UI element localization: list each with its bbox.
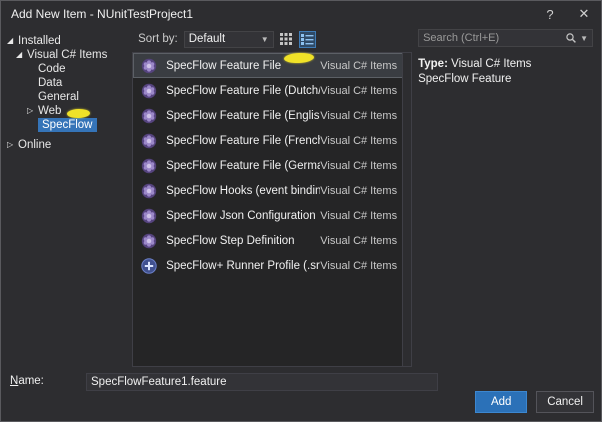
template-category-tree: ◢ Installed ◢ Visual C# Items Code Data …: [1, 27, 130, 367]
list-view-button[interactable]: [298, 30, 316, 48]
medium-icons-view-button[interactable]: [278, 31, 295, 48]
sidebar-item-label: Data: [38, 77, 63, 89]
item-type: Visual C# Items: [320, 184, 398, 197]
sort-by-label: Sort by:: [138, 33, 178, 45]
template-list: SpecFlow Feature File Visual C# Items Sp…: [132, 52, 413, 367]
item-type: Visual C# Items: [320, 59, 398, 72]
details-panel: ▼ Type: Visual C# Items SpecFlow Feature: [412, 27, 601, 367]
chevron-down-icon: ▼: [260, 34, 269, 44]
specflow-icon: [140, 132, 157, 149]
sidebar-item-general[interactable]: General: [1, 90, 130, 104]
item-label: SpecFlow Feature File (Dutch/Nederlands): [166, 84, 320, 97]
item-label: SpecFlow+ Runner Profile (.srprofile): [166, 259, 320, 272]
name-label-rest: ame:: [18, 375, 44, 387]
expander-icon[interactable]: ◢: [7, 34, 18, 48]
item-type: Visual C# Items: [320, 159, 398, 172]
item-type: Visual C# Items: [320, 234, 398, 247]
expander-icon[interactable]: ▷: [27, 104, 38, 118]
dialog-footer: Name: Add Cancel: [1, 367, 601, 421]
specflow-icon: [140, 182, 157, 199]
sidebar-item-online[interactable]: ▷ Online: [1, 138, 130, 152]
sidebar-item-specflow[interactable]: SpecFlow: [1, 118, 130, 132]
list-item[interactable]: SpecFlow Feature File Visual C# Items: [133, 53, 412, 78]
sidebar-item-label: Installed: [18, 35, 61, 47]
specflow-icon: [140, 82, 157, 99]
scrollbar[interactable]: [402, 53, 412, 366]
sort-dropdown-value: Default: [188, 33, 226, 45]
sidebar-item-label: Code: [38, 63, 66, 75]
list-item[interactable]: SpecFlow Feature File (English) Visual C…: [133, 103, 411, 128]
cancel-button[interactable]: Cancel: [536, 391, 594, 413]
template-details: Type: Visual C# Items SpecFlow Feature: [418, 57, 593, 87]
list-item[interactable]: SpecFlow Json Configuration Visual C# It…: [133, 203, 411, 228]
sidebar-item-web[interactable]: ▷ Web: [1, 104, 130, 118]
list-item[interactable]: SpecFlow Hooks (event bindings) Visual C…: [133, 178, 411, 203]
sidebar-item-installed[interactable]: ◢ Installed: [1, 34, 130, 48]
item-label: SpecFlow Step Definition: [166, 234, 295, 247]
help-button[interactable]: ?: [533, 1, 567, 27]
search-chevron-down-icon[interactable]: ▼: [580, 34, 588, 43]
sidebar-item-label: Visual C# Items: [27, 49, 108, 61]
list-view-icon: [300, 32, 314, 46]
list-item[interactable]: SpecFlow Feature File (Dutch/Nederlands)…: [133, 78, 411, 103]
specflow-icon: [140, 157, 157, 174]
sidebar-item-label: Online: [18, 139, 52, 151]
sidebar-item-data[interactable]: Data: [1, 76, 130, 90]
expander-icon[interactable]: ▷: [7, 138, 18, 152]
specflow-icon: [140, 232, 157, 249]
type-value: Visual C# Items: [451, 58, 532, 70]
template-list-panel: Sort by: Default ▼ SpecFlow Feature File…: [130, 27, 413, 367]
sidebar-item-label: General: [38, 91, 79, 103]
expander-icon[interactable]: ◢: [16, 48, 27, 62]
sidebar-item-label: SpecFlow: [38, 118, 97, 132]
name-label: Name:: [10, 375, 44, 387]
list-item[interactable]: SpecFlow+ Runner Profile (.srprofile) Vi…: [133, 253, 411, 278]
sidebar-item-label: Web: [38, 105, 62, 117]
item-label: SpecFlow Hooks (event bindings): [166, 184, 320, 197]
specflow-icon: [140, 207, 157, 224]
sort-toolbar: Sort by: Default ▼: [130, 29, 412, 49]
item-type: Visual C# Items: [320, 134, 398, 147]
specflow-icon: [140, 107, 157, 124]
item-label: SpecFlow Feature File (English): [166, 109, 321, 122]
item-type: Visual C# Items: [320, 84, 398, 97]
search-input[interactable]: [423, 32, 566, 44]
list-item[interactable]: SpecFlow Step Definition Visual C# Items: [133, 228, 411, 253]
dialog-body: ◢ Installed ◢ Visual C# Items Code Data …: [1, 27, 601, 367]
item-type: Visual C# Items: [320, 259, 398, 272]
grid-view-icon: [279, 32, 293, 46]
item-label: SpecFlow Json Configuration: [166, 209, 316, 222]
sort-dropdown[interactable]: Default ▼: [183, 30, 274, 48]
item-type: Visual C# Items: [320, 109, 398, 122]
add-button[interactable]: Add: [475, 391, 528, 413]
titlebar[interactable]: Add New Item - NUnitTestProject1 ? ✕: [1, 1, 601, 27]
sidebar-item-visual-csharp-items[interactable]: ◢ Visual C# Items: [1, 48, 130, 62]
close-button[interactable]: ✕: [567, 1, 601, 27]
window-title: Add New Item - NUnitTestProject1: [11, 7, 194, 21]
specflow-plus-icon: [140, 257, 157, 274]
type-label: Type:: [418, 58, 448, 70]
button-row: Add Cancel: [475, 391, 594, 413]
sidebar-item-code[interactable]: Code: [1, 62, 130, 76]
search-icon[interactable]: [565, 32, 577, 44]
template-description: SpecFlow Feature: [418, 73, 512, 85]
list-item[interactable]: SpecFlow Feature File (German/Deutsch) V…: [133, 153, 411, 178]
search-box[interactable]: ▼: [418, 29, 593, 47]
specflow-icon: [140, 57, 157, 74]
item-label: SpecFlow Feature File (French/français): [166, 134, 320, 147]
list-item[interactable]: SpecFlow Feature File (French/français) …: [133, 128, 411, 153]
item-type: Visual C# Items: [320, 209, 398, 222]
name-input[interactable]: [86, 373, 438, 391]
item-label: SpecFlow Feature File (German/Deutsch): [166, 159, 320, 172]
add-new-item-dialog: Add New Item - NUnitTestProject1 ? ✕ ◢ I…: [0, 0, 602, 422]
